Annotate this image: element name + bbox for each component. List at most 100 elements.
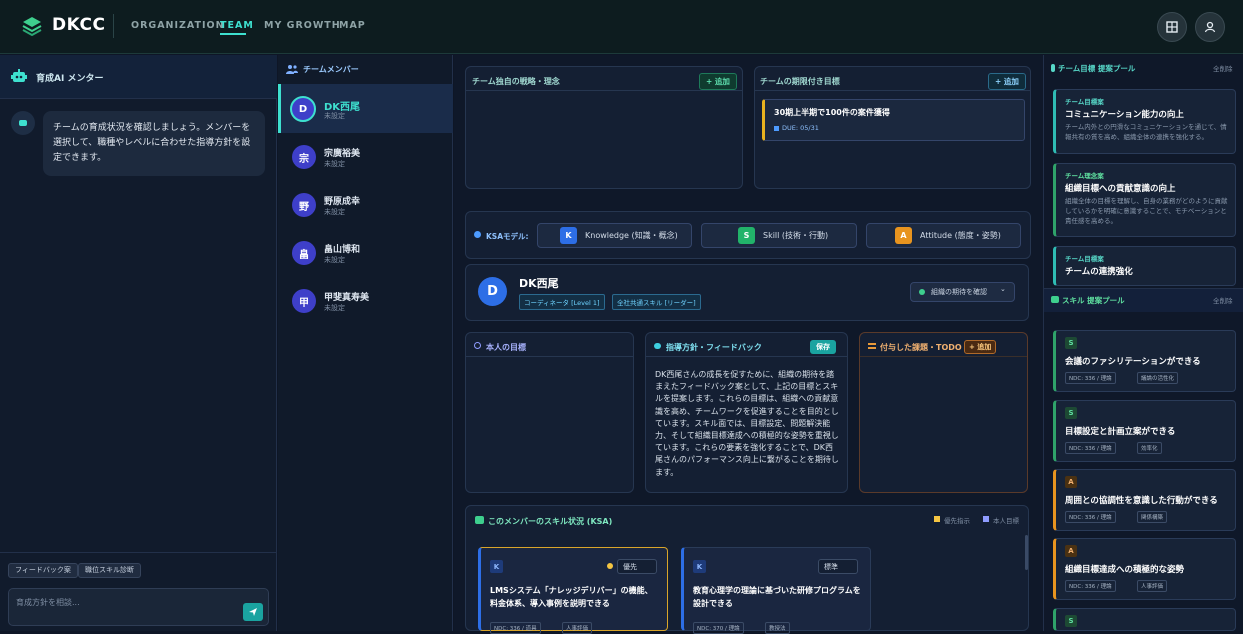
- member-item[interactable]: 宗宗廣裕美 未設定: [278, 133, 453, 181]
- guidance-title: 指導方針・フィードバック: [666, 343, 762, 352]
- priority-select[interactable]: 優先: [617, 559, 657, 574]
- goal-proposal-card[interactable]: チーム理念案 組織目標への貢献意識の向上 組織全体の目標を理解し、自身の業務がどのよ…: [1053, 163, 1236, 237]
- send-icon: [249, 608, 257, 616]
- member-avatar: 野: [292, 193, 316, 217]
- nav-team[interactable]: TEAM: [220, 20, 254, 31]
- ksa-k-badge: K: [560, 227, 577, 244]
- member-name: 宗廣裕美: [324, 149, 361, 159]
- goal-proposal-card[interactable]: チーム目標案 コミュニケーション能力の向上 チーム内外との円滑なコミュニケーションを…: [1053, 89, 1236, 154]
- pin-icon: [1051, 64, 1055, 72]
- skill-meta: NDC: 336 / 理論: [1065, 511, 1116, 523]
- skill-category: 人事評価: [1137, 580, 1168, 592]
- proposal-label: チーム目標案: [1065, 255, 1104, 263]
- expectation-label: 組織の期待を確認: [931, 288, 987, 296]
- target-icon: [474, 342, 481, 349]
- divider: [466, 90, 742, 91]
- skill-proposal-card[interactable]: S: [1053, 608, 1236, 631]
- member-avatar: 宗: [292, 145, 316, 169]
- robot-icon: [11, 69, 27, 82]
- skill-meta: NDC: 336 / 理論: [1065, 442, 1116, 454]
- user-menu-button[interactable]: [1195, 12, 1225, 42]
- goal-item[interactable]: [762, 99, 1025, 141]
- todo-title: 付与した課題・TODO: [880, 343, 962, 352]
- skill-tag: S: [1065, 615, 1077, 627]
- skill-badge: 全社共通スキル [リーダー]: [612, 294, 701, 310]
- list-icon: [868, 343, 876, 349]
- mentor-title: 育成AI メンター: [36, 74, 104, 84]
- skill-card-title: LMSシステム「ナレッジデリバー」の機能、料金体系、導入事例を説明できる: [490, 586, 653, 608]
- skill-proposal-card[interactable]: A 周囲との協調性を意識した行動ができる NDC: 336 / 理論 関係構築: [1053, 469, 1236, 531]
- ksa-attitude[interactable]: A Attitude (態度・姿勢): [866, 223, 1021, 248]
- goal-proposal-card[interactable]: チーム目標案チームの連携強化: [1053, 246, 1236, 286]
- strategy-add-button[interactable]: + 追加: [699, 73, 737, 90]
- member-item[interactable]: 野野原成幸 未設定: [278, 181, 453, 229]
- guidance-text[interactable]: DK西尾さんの成長を促すために、組織の期待を踏まえたフィードバック案として、上記…: [655, 369, 841, 479]
- skill-proposal-card[interactable]: S 会議のファシリテーションができる NDC: 336 / 理論 議論の活性化: [1053, 330, 1236, 392]
- proposal-desc: 組織全体の目標を理解し、自身の業務がどのように貢献しているかを明確に意識すること…: [1065, 197, 1228, 225]
- member-status: 未設定: [324, 208, 345, 216]
- priority-select[interactable]: 標準: [818, 559, 858, 574]
- mentor-input[interactable]: 育成方針を相談...: [16, 597, 80, 608]
- feedback-suggestion-button[interactable]: フィードバック案: [8, 563, 78, 578]
- ksa-skill[interactable]: S Skill (技術・行動): [701, 223, 857, 248]
- skill-meta: NDC: 336 / 理論: [1065, 372, 1116, 384]
- member-avatar: 甲: [292, 289, 316, 313]
- skill-pool-delete-all[interactable]: 全削除: [1213, 295, 1233, 305]
- nav-my-growth[interactable]: MY GROWTH: [264, 20, 341, 31]
- ksa-knowledge[interactable]: K Knowledge (知識・概念): [537, 223, 692, 248]
- goals-add-button[interactable]: + 追加: [988, 73, 1026, 90]
- calendar-icon: [774, 126, 779, 131]
- mentor-message: チームの育成状況を確認しましょう。メンバーを選択して、職種やレベルに合わせた指導…: [43, 111, 265, 176]
- skill-category: 人事評価: [562, 622, 593, 634]
- goal-pool-title: チーム目標 提案プール: [1058, 64, 1136, 73]
- nav-organization[interactable]: ORGANIZATION: [131, 20, 225, 31]
- skill-category: 議論の活性化: [1137, 372, 1179, 384]
- skill-meta: NDC: 336 / 理論: [1065, 580, 1116, 592]
- goals-title: チームの期限付き目標: [760, 77, 840, 86]
- profile-avatar: D: [478, 277, 507, 306]
- skill-proposal-card[interactable]: S 目標設定と計画立案ができる NDC: 336 / 理論 効率化: [1053, 400, 1236, 462]
- goal-text: 30期上半期で100件の案件獲得: [774, 108, 890, 117]
- skill-title: 目標設定と計画立案ができる: [1065, 427, 1176, 437]
- member-item[interactable]: 甲甲斐真寿美 未設定: [278, 277, 453, 325]
- grid-view-button[interactable]: [1157, 12, 1187, 42]
- proposal-label: チーム目標案: [1065, 98, 1104, 106]
- ksa-a-text: Attitude (態度・姿勢): [920, 231, 1001, 240]
- goal-pool-delete-all[interactable]: 全削除: [1213, 63, 1233, 73]
- member-name: 甲斐真寿美: [324, 293, 370, 303]
- mentor-avatar: [11, 111, 35, 135]
- header-divider: [113, 14, 114, 38]
- member-status: 未設定: [324, 304, 345, 312]
- todo-add-button[interactable]: + 追加: [964, 340, 997, 354]
- own-goals-title: 本人の目標: [486, 343, 526, 352]
- chevron-down-icon: ⌄: [1000, 285, 1006, 293]
- members-title: チームメンバー: [303, 65, 359, 74]
- proposal-title: チームの連携強化: [1065, 267, 1133, 277]
- member-avatar: D: [290, 96, 316, 122]
- goal-legend-swatch: [983, 516, 989, 522]
- nav-active-indicator: [220, 33, 246, 35]
- member-item[interactable]: D DK西尾 未設定: [278, 85, 453, 133]
- app-logo[interactable]: DKCC: [52, 15, 105, 35]
- skill-tag: S: [1065, 407, 1077, 419]
- send-button[interactable]: [243, 603, 263, 621]
- skill-tag: K: [490, 560, 503, 573]
- skill-tag: A: [1065, 476, 1077, 488]
- strategy-title: チーム独自の戦略・理念: [472, 77, 560, 86]
- mentor-footer-divider: [0, 552, 277, 553]
- nav-map[interactable]: MAP: [339, 20, 366, 31]
- skill-tag: S: [1065, 337, 1077, 349]
- skill-diagnosis-button[interactable]: 職位スキル診断: [78, 563, 141, 578]
- divider: [646, 356, 847, 357]
- bot-icon: [19, 120, 27, 126]
- scrollbar-thumb[interactable]: [1025, 535, 1028, 570]
- member-status: 未設定: [324, 160, 345, 168]
- skill-tag: K: [693, 560, 706, 573]
- skill-title: 組織目標達成への積極的な姿勢: [1065, 565, 1185, 575]
- ksa-s-text: Skill (技術・行動): [763, 231, 829, 240]
- skill-proposal-card[interactable]: A 組織目標達成への積極的な姿勢 NDC: 336 / 理論 人事評価: [1053, 538, 1236, 600]
- priority-legend-swatch: [934, 516, 940, 522]
- member-item[interactable]: 畠畠山博和 未設定: [278, 229, 453, 277]
- save-button[interactable]: 保存: [810, 340, 836, 354]
- star-icon: [607, 563, 613, 569]
